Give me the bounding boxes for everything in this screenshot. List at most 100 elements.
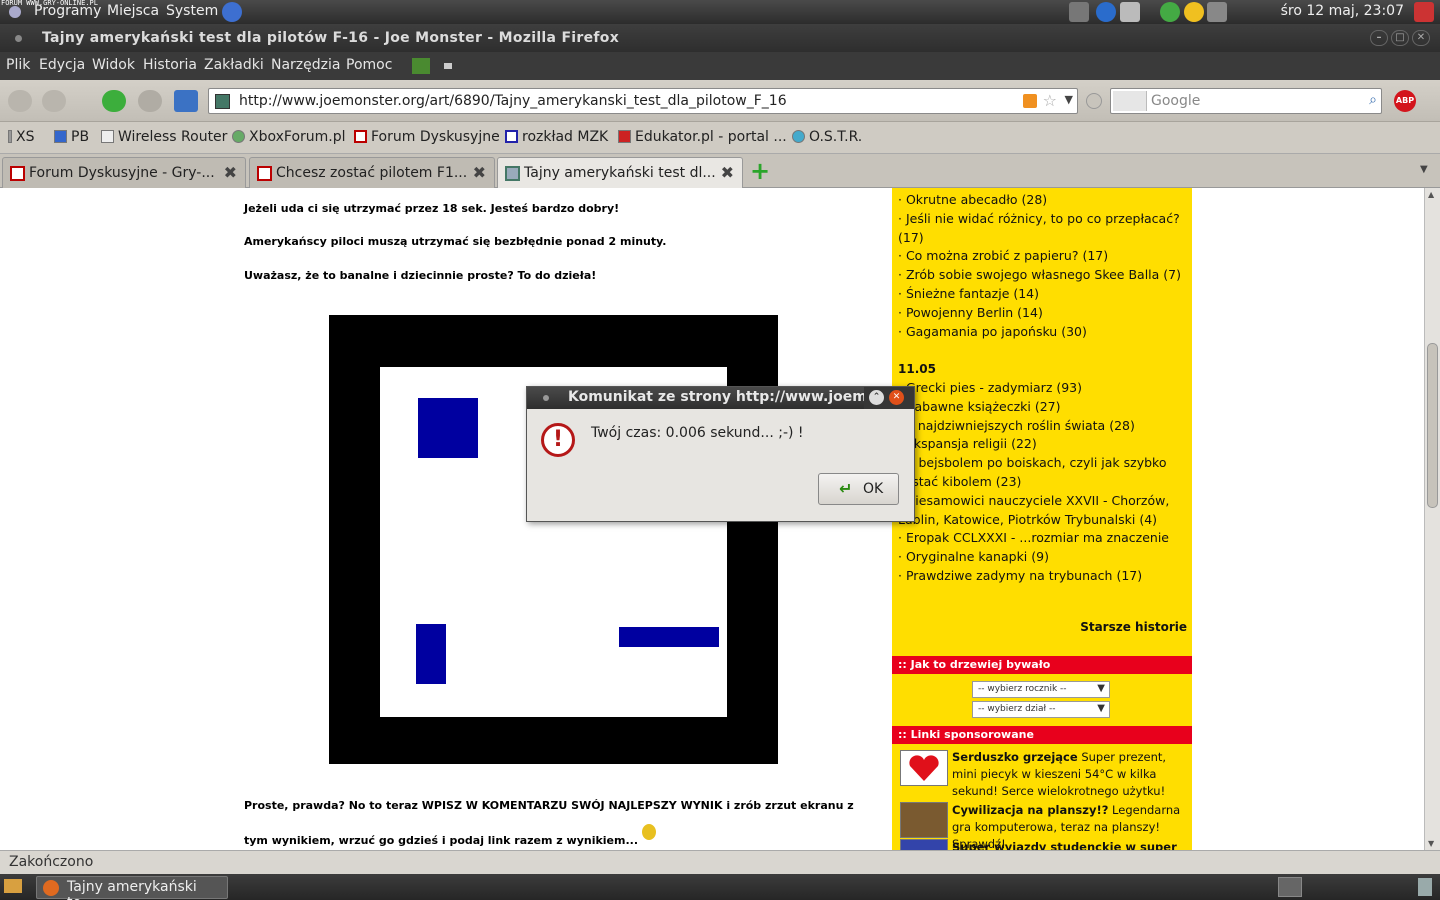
search-engine-icon[interactable] xyxy=(1113,91,1147,111)
stop-icon[interactable] xyxy=(138,90,162,112)
bookmark-edukator[interactable]: Edukator.pl - portal ... xyxy=(618,129,787,145)
globe-icon[interactable] xyxy=(222,2,242,22)
reload-icon[interactable] xyxy=(102,90,126,112)
menu-history[interactable]: Historia xyxy=(143,57,197,73)
sponsored-link[interactable]: Super wyjazdy studenckie w super xyxy=(952,839,1188,850)
gear-icon[interactable] xyxy=(1086,93,1102,109)
shutdown-icon[interactable] xyxy=(1414,2,1434,22)
bookmark-forum-dyskusyjne[interactable]: Forum Dyskusyjne xyxy=(354,129,500,145)
menu-edit[interactable]: Edycja xyxy=(39,57,85,73)
small-icon[interactable] xyxy=(444,63,452,69)
taskbar-firefox[interactable]: Tajny amerykański te... xyxy=(36,876,228,900)
sidebar-story-link[interactable]: · Oryginalne kanapki (9) xyxy=(898,549,1049,564)
search-icon[interactable]: ⌕ xyxy=(1369,92,1377,108)
sidebar-story-link[interactable]: · Eropak CCLXXXI - ...rozmiar ma znaczen… xyxy=(898,530,1169,545)
browser-icon[interactable] xyxy=(1096,2,1116,22)
sidebar-story-link[interactable]: · 9 najdziwniejszych roślin świata (28) xyxy=(898,418,1135,433)
download-icon[interactable] xyxy=(412,58,430,74)
close-tab-icon[interactable]: ✖ xyxy=(473,163,486,182)
tab-forum[interactable]: Forum Dyskusyjne - Gry-... ✖ xyxy=(2,157,246,188)
sponsored-title[interactable]: Serduszko grzejące xyxy=(952,750,1078,764)
bookmark-rozklad-mzk[interactable]: rozkład MZK xyxy=(505,129,608,145)
sidebar-story-link[interactable]: (17) xyxy=(898,230,924,245)
maximize-button[interactable]: □ xyxy=(1391,30,1409,46)
close-icon[interactable]: ✕ xyxy=(889,390,904,405)
scroll-down-icon[interactable]: ▼ xyxy=(1428,839,1434,848)
sidebar-story-link[interactable]: · Powojenny Berlin (14) xyxy=(898,305,1043,320)
section-select[interactable]: -- wybierz dział -- ▼ xyxy=(972,701,1110,718)
bookmark-pb[interactable]: PB xyxy=(54,129,89,145)
sponsored-title[interactable]: Cywilizacja na planszy!? xyxy=(952,803,1108,817)
menu-help[interactable]: Pomoc xyxy=(346,57,392,73)
terminal-icon[interactable] xyxy=(1069,2,1089,22)
mail-icon[interactable] xyxy=(1120,2,1140,22)
star-icon[interactable]: ☆ xyxy=(1043,91,1057,110)
menu-system[interactable]: System xyxy=(166,3,218,19)
forward-icon[interactable] xyxy=(42,90,66,112)
tab-pilot[interactable]: Chcesz zostać pilotem F1... ✖ xyxy=(249,157,495,188)
vertical-scrollbar[interactable]: ▲ ▼ xyxy=(1424,188,1440,850)
clock[interactable]: śro 12 maj, 23:07 xyxy=(1281,3,1404,19)
bookmark-wireless-router[interactable]: Wireless Router xyxy=(101,129,227,145)
minimize-button[interactable]: – xyxy=(1370,30,1388,46)
new-tab-icon[interactable]: + xyxy=(750,157,770,185)
url-bar[interactable]: http://www.joemonster.org/art/6890/Tajny… xyxy=(208,88,1078,114)
network-icon[interactable] xyxy=(1160,2,1180,22)
dialog-menu-icon[interactable] xyxy=(543,395,549,401)
sponsored-link[interactable]: Serduszko grzejące Super prezent, mini p… xyxy=(952,749,1188,800)
firefox-tray-icon[interactable] xyxy=(1278,877,1302,897)
bookmark-xs[interactable]: XS xyxy=(8,129,34,145)
sidebar-story-link[interactable]: · Śnieżne fantazje (14) xyxy=(898,286,1039,301)
workspace-icon[interactable] xyxy=(1207,2,1227,22)
sidebar-story-link[interactable]: · Gagamania po japońsku (30) xyxy=(898,324,1087,339)
trip-icon[interactable] xyxy=(900,839,948,850)
search-bar[interactable]: Google ⌕ xyxy=(1110,88,1382,114)
maximize-icon[interactable]: ⌃ xyxy=(869,390,884,405)
year-select[interactable]: -- wybierz rocznik -- ▼ xyxy=(972,681,1110,698)
bookmark-xboxforum[interactable]: XboxForum.pl xyxy=(232,129,346,145)
url-text[interactable]: http://www.joemonster.org/art/6890/Tajny… xyxy=(239,93,787,109)
foot-icon[interactable] xyxy=(6,2,26,22)
home-icon[interactable] xyxy=(174,90,198,112)
tab-active-test[interactable]: Tajny amerykański test dl... ✖ xyxy=(497,157,743,188)
dialog-titlebar[interactable]: Komunikat ze strony http://www.joemonste… xyxy=(527,387,914,409)
board-game-icon[interactable] xyxy=(900,802,948,838)
sidebar-story-link[interactable]: · Grecki pies - zadymiarz (93) xyxy=(898,380,1082,395)
close-button[interactable]: ✕ xyxy=(1412,30,1430,46)
sidebar-story-link[interactable]: · Prawdziwe zadymy na trybunach (17) xyxy=(898,568,1142,583)
menu-tools[interactable]: Narzędzia xyxy=(271,57,340,73)
sidebar-story-link[interactable]: · Niesamowici nauczyciele XXVII - Chorzó… xyxy=(898,493,1169,508)
sidebar-story-link[interactable]: · Co można zrobić z papieru? (17) xyxy=(898,248,1108,263)
game-area[interactable] xyxy=(329,315,778,764)
sidebar-story-link[interactable]: · Zabawne książeczki (27) xyxy=(898,399,1061,414)
heart-icon[interactable] xyxy=(900,750,948,786)
show-desktop-icon[interactable] xyxy=(4,879,22,893)
ok-button[interactable]: ↵ OK xyxy=(818,473,899,505)
scroll-thumb[interactable] xyxy=(1427,343,1438,508)
tab-list-icon[interactable]: ▼ xyxy=(1420,164,1428,175)
menu-file[interactable]: Plik xyxy=(6,57,30,73)
back-icon[interactable] xyxy=(8,90,32,112)
sponsored-title[interactable]: Super wyjazdy studenckie w super xyxy=(952,840,1177,850)
menu-view[interactable]: Widok xyxy=(92,57,135,73)
adblock-icon[interactable]: ABP xyxy=(1394,90,1416,112)
sidebar-story-link[interactable]: · Jeśli nie widać różnicy, to po co prze… xyxy=(898,211,1180,226)
window-menu-icon[interactable] xyxy=(15,35,22,42)
sidebar-story-link[interactable]: · Ekspansja religii (22) xyxy=(898,436,1037,451)
sidebar-story-link[interactable]: Lublin, Katowice, Piotrków Trybunalski (… xyxy=(898,512,1157,527)
window-titlebar[interactable]: Tajny amerykański test dla pilotów F-16 … xyxy=(0,24,1440,52)
menu-programs[interactable]: Programy xyxy=(34,3,101,19)
scroll-up-icon[interactable]: ▲ xyxy=(1428,190,1434,199)
chevron-down-icon[interactable]: ▼ xyxy=(1065,93,1073,106)
rss-icon[interactable] xyxy=(1023,94,1037,108)
close-tab-icon[interactable]: ✖ xyxy=(224,163,237,182)
sidebar-story-link[interactable]: · Z bejsbolem po boiskach, czyli jak szy… xyxy=(898,455,1166,470)
menu-bookmarks[interactable]: Zakładki xyxy=(204,57,264,73)
sidebar-story-link[interactable]: · Okrutne abecadło (28) xyxy=(898,192,1047,207)
search-input[interactable]: Google xyxy=(1151,93,1200,109)
bookmark-ostr[interactable]: O.S.T.R. xyxy=(792,129,862,145)
trash-icon[interactable] xyxy=(1418,878,1432,896)
close-tab-icon[interactable]: ✖ xyxy=(721,163,734,182)
weather-icon[interactable] xyxy=(1184,2,1204,22)
menu-places[interactable]: Miejsca xyxy=(107,3,159,19)
